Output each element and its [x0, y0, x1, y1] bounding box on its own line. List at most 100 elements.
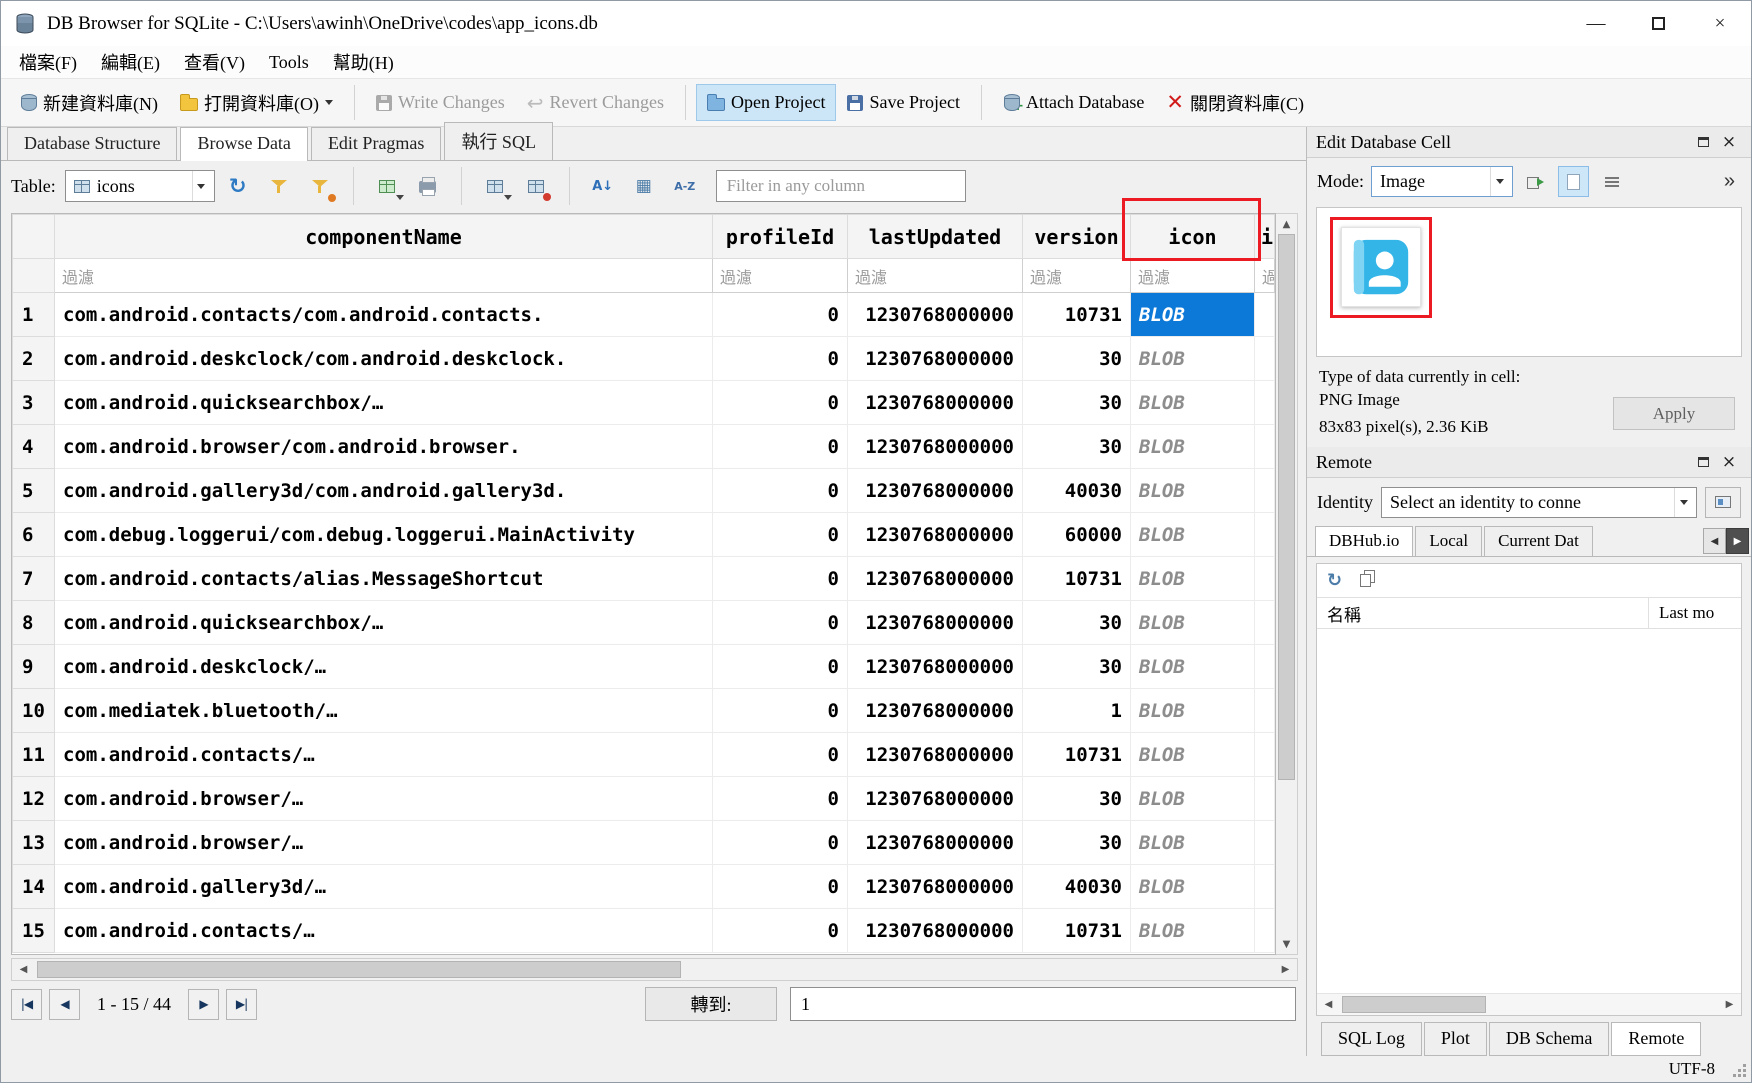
cell-version[interactable]: 1 — [1023, 689, 1131, 733]
cell-lastUpdated[interactable]: 1230768000000 — [848, 337, 1023, 381]
cell-profileId[interactable]: 0 — [713, 513, 848, 557]
close-panel-button[interactable]: × — [1716, 130, 1742, 154]
first-record-button[interactable]: |◀ — [11, 989, 42, 1020]
cell-profileId[interactable]: 0 — [713, 293, 848, 337]
mode-select-dropdown[interactable] — [1490, 167, 1508, 196]
encoding-indicator[interactable]: UTF-8 — [1669, 1059, 1715, 1079]
menu-item-v[interactable]: 查看(V) — [172, 46, 257, 78]
cell-lastUpdated[interactable]: 1230768000000 — [848, 293, 1023, 337]
close-button[interactable]: × — [1689, 1, 1751, 46]
filter-input-lastUpdated[interactable]: 過濾 — [848, 259, 1023, 293]
cell-version[interactable]: 40030 — [1023, 865, 1131, 909]
remote-file-list[interactable] — [1317, 629, 1741, 993]
maximize-button[interactable] — [1627, 1, 1689, 46]
cell-version[interactable]: 30 — [1023, 777, 1131, 821]
row-number[interactable]: 1 — [13, 293, 55, 337]
cell-partial[interactable] — [1255, 865, 1275, 909]
delete-record-button[interactable] — [518, 168, 554, 204]
cell-icon[interactable]: BLOB — [1131, 293, 1255, 337]
mode-select[interactable]: Image — [1371, 166, 1513, 197]
row-number[interactable]: 9 — [13, 645, 55, 689]
cell-componentName[interactable]: com.android.quicksearchbox/… — [55, 601, 713, 645]
table-select[interactable]: icons — [65, 170, 215, 202]
row-number[interactable]: 5 — [13, 469, 55, 513]
tab-edit-pragmas[interactable]: Edit Pragmas — [311, 127, 442, 160]
cell-componentName[interactable]: com.android.deskclock/… — [55, 645, 713, 689]
open-database-button[interactable]: 打開資料庫(O) — [169, 82, 344, 124]
cell-partial[interactable] — [1255, 733, 1275, 777]
cell-profileId[interactable]: 0 — [713, 337, 848, 381]
menu-item-tools[interactable]: Tools — [257, 49, 321, 76]
filter-input-version[interactable]: 過濾 — [1023, 259, 1131, 293]
cell-icon[interactable]: BLOB — [1131, 733, 1255, 777]
cell-partial[interactable] — [1255, 469, 1275, 513]
goto-button[interactable]: 轉到: — [645, 987, 777, 1021]
cell-lastUpdated[interactable]: 1230768000000 — [848, 777, 1023, 821]
remote-tab-current-dat[interactable]: Current Dat — [1484, 526, 1593, 556]
cell-componentName[interactable]: com.android.browser/com.android.browser. — [55, 425, 713, 469]
remote-column-header-last-mo[interactable]: Last mo — [1649, 598, 1741, 628]
tab-scroll-left-button[interactable]: ◀ — [1703, 528, 1726, 554]
cell-version[interactable]: 30 — [1023, 381, 1131, 425]
cell-partial[interactable] — [1255, 645, 1275, 689]
menu-item-h[interactable]: 幫助(H) — [321, 46, 406, 78]
column-header-profileId[interactable]: profileId — [713, 215, 848, 259]
cell-version[interactable]: 60000 — [1023, 513, 1131, 557]
scroll-left-icon[interactable]: ◀ — [1317, 994, 1340, 1015]
cell-componentName[interactable]: com.android.browser/… — [55, 821, 713, 865]
panel-overflow-button[interactable]: » — [1718, 169, 1741, 194]
cell-profileId[interactable]: 0 — [713, 601, 848, 645]
open-database-dropdown-icon[interactable] — [325, 100, 333, 105]
tab-database-structure[interactable]: Database Structure — [7, 127, 177, 160]
cell-profileId[interactable]: 0 — [713, 821, 848, 865]
scroll-up-icon[interactable]: ▲ — [1276, 214, 1297, 234]
cell-version[interactable]: 40030 — [1023, 469, 1131, 513]
cell-version[interactable]: 30 — [1023, 425, 1131, 469]
cell-version[interactable]: 10731 — [1023, 733, 1131, 777]
scrollbar-track[interactable] — [1340, 994, 1718, 1015]
cell-profileId[interactable]: 0 — [713, 469, 848, 513]
filter-input-icon[interactable]: 過濾 — [1131, 259, 1255, 293]
horizontal-scrollbar[interactable]: ◀ ▶ — [11, 958, 1298, 981]
cell-partial[interactable] — [1255, 381, 1275, 425]
scroll-down-icon[interactable]: ▼ — [1276, 934, 1297, 954]
manage-identities-button[interactable] — [1705, 487, 1741, 518]
text-mode-button[interactable] — [1558, 166, 1589, 197]
cell-icon[interactable]: BLOB — [1131, 513, 1255, 557]
cell-componentName[interactable]: com.debug.loggerui/com.debug.loggerui.Ma… — [55, 513, 713, 557]
new-database-button[interactable]: 新建資料庫(N) — [9, 82, 169, 124]
row-number[interactable]: 3 — [13, 381, 55, 425]
cell-icon[interactable]: BLOB — [1131, 337, 1255, 381]
cell-lastUpdated[interactable]: 1230768000000 — [848, 821, 1023, 865]
cell-version[interactable]: 10731 — [1023, 909, 1131, 953]
cell-partial[interactable] — [1255, 821, 1275, 865]
cell-lastUpdated[interactable]: 1230768000000 — [848, 469, 1023, 513]
cell-version[interactable]: 30 — [1023, 645, 1131, 689]
cell-icon[interactable]: BLOB — [1131, 469, 1255, 513]
scrollbar-thumb[interactable] — [37, 961, 681, 978]
identity-select[interactable]: Select an identity to conne — [1381, 487, 1697, 518]
cell-partial[interactable] — [1255, 337, 1275, 381]
cell-profileId[interactable]: 0 — [713, 425, 848, 469]
vertical-scrollbar[interactable]: ▲ ▼ — [1276, 213, 1298, 955]
row-number[interactable]: 10 — [13, 689, 55, 733]
cell-lastUpdated[interactable]: 1230768000000 — [848, 601, 1023, 645]
cell-componentName[interactable]: com.android.contacts/alias.MessageShortc… — [55, 557, 713, 601]
close-panel-button[interactable]: × — [1716, 450, 1742, 474]
scroll-right-icon[interactable]: ▶ — [1718, 994, 1741, 1015]
row-number[interactable]: 15 — [13, 909, 55, 953]
cell-partial[interactable] — [1255, 777, 1275, 821]
float-panel-button[interactable] — [1690, 130, 1716, 154]
previous-record-button[interactable]: ◀ — [49, 989, 80, 1020]
remote-tab-dbhub-io[interactable]: DBHub.io — [1315, 526, 1413, 557]
cell-profileId[interactable]: 0 — [713, 865, 848, 909]
row-number[interactable]: 11 — [13, 733, 55, 777]
save-results-button[interactable] — [369, 168, 405, 204]
table-select-dropdown[interactable] — [192, 171, 210, 201]
row-number[interactable]: 12 — [13, 777, 55, 821]
cell-icon[interactable]: BLOB — [1131, 425, 1255, 469]
cell-lastUpdated[interactable]: 1230768000000 — [848, 513, 1023, 557]
remote-horizontal-scrollbar[interactable]: ◀ ▶ — [1317, 993, 1741, 1015]
row-number[interactable]: 7 — [13, 557, 55, 601]
menu-item-f[interactable]: 檔案(F) — [7, 46, 89, 78]
